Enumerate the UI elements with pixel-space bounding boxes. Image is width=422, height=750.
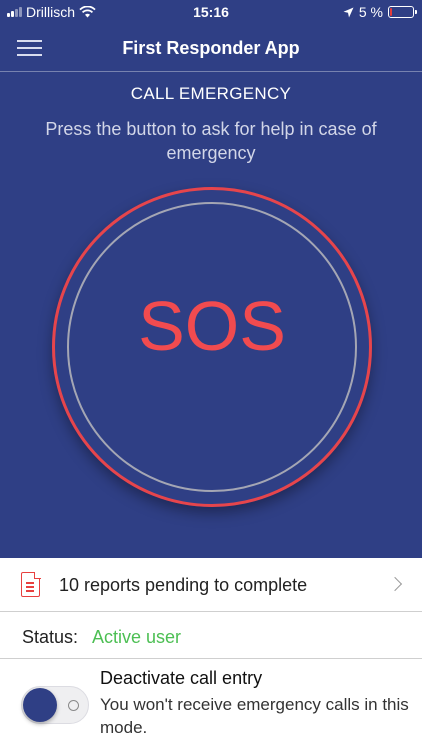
call-emergency-title: CALL EMERGENCY xyxy=(130,84,292,103)
sos-label: SOS xyxy=(138,287,286,365)
battery-percent: 5 % xyxy=(358,4,383,20)
toggle-knob xyxy=(23,688,57,722)
status-label: Status: xyxy=(22,627,79,647)
battery-group: 5 % xyxy=(343,4,417,20)
deactivate-title: Deactivate call entry xyxy=(100,668,263,688)
document-icon xyxy=(21,571,41,597)
nav-bar: First Responder App xyxy=(0,24,422,72)
pending-reports-text: 10 reports pending to complete xyxy=(59,575,308,595)
emergency-panel: Drillisch 15:16 5 % First Responder App … xyxy=(0,0,422,558)
status-row: Status: Active user xyxy=(0,613,422,659)
deactivate-call-entry-toggle[interactable] xyxy=(21,686,89,724)
app-title: First Responder App xyxy=(122,38,300,58)
call-emergency-description: Press the button to ask for help in case… xyxy=(45,119,377,163)
deactivate-description: You won't receive emergency calls in thi… xyxy=(100,695,409,737)
pending-reports-row[interactable]: 10 reports pending to complete xyxy=(0,560,422,612)
status-bar: Drillisch 15:16 5 % xyxy=(0,0,422,24)
chevron-right-icon xyxy=(387,576,403,592)
toggle-off-icon xyxy=(68,700,79,711)
sos-button[interactable]: SOS xyxy=(52,187,372,507)
deactivate-call-entry-row: Deactivate call entry You won't receive … xyxy=(0,660,422,750)
status-value: Active user xyxy=(92,627,182,647)
location-arrow-icon xyxy=(343,7,354,17)
battery-icon xyxy=(388,6,417,18)
